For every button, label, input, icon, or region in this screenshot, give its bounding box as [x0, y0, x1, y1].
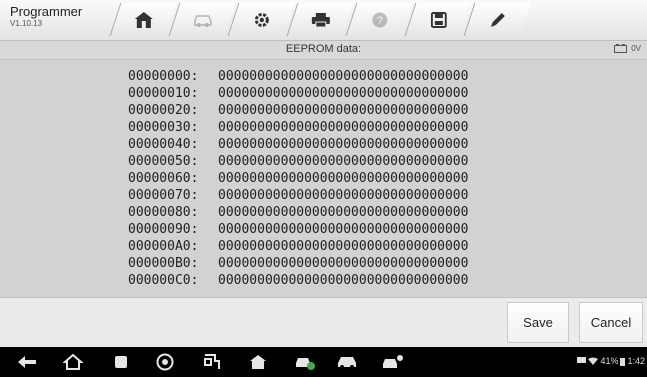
hex-address: 00000030: — [128, 120, 199, 135]
recent-apps-icon — [115, 356, 127, 368]
hex-row: 00000040: 0000000000000000000000000000000… — [128, 136, 468, 153]
vehicle-swap-button[interactable] — [168, 3, 236, 36]
hex-data: 00000000000000000000000000000000 — [218, 273, 469, 288]
hex-data: 00000000000000000000000000000000 — [218, 154, 469, 169]
app-version: V1.10.13 — [10, 19, 43, 28]
app-title: Programmer V1.10.13 — [10, 5, 82, 28]
top-toolbar: Programmer V1.10.13 ? — [0, 0, 647, 41]
hex-row: 00000090: 0000000000000000000000000000000… — [128, 221, 468, 238]
hex-address: 00000060: — [128, 171, 199, 186]
browser-button[interactable] — [150, 347, 180, 377]
hex-data: 00000000000000000000000000000000 — [218, 137, 469, 152]
save-icon — [430, 11, 447, 28]
hex-row: 000000C0: 0000000000000000000000000000000… — [128, 272, 468, 289]
vci-connector-icon — [204, 354, 220, 369]
svg-text:?: ? — [376, 15, 382, 27]
hex-address: 00000070: — [128, 188, 199, 203]
hex-data: 00000000000000000000000000000000 — [218, 239, 469, 254]
vehicle-menu-button[interactable] — [332, 347, 362, 377]
device-battery-icon — [620, 357, 626, 366]
battery-percent: 41% — [600, 356, 619, 366]
quick-link-button[interactable] — [290, 347, 320, 377]
hex-data: 00000000000000000000000000000000 — [218, 188, 469, 203]
edit-button[interactable] — [463, 3, 531, 36]
vehicle-battery: 0V — [614, 44, 641, 53]
android-nav-bar: 41% 1:42 — [0, 347, 647, 377]
hex-row: 000000A0: 0000000000000000000000000000000… — [128, 238, 468, 255]
gear-icon — [254, 12, 269, 27]
wifi-icon — [588, 357, 599, 365]
hex-data: 00000000000000000000000000000000 — [218, 86, 469, 101]
hex-row: 00000080: 0000000000000000000000000000000… — [128, 204, 468, 221]
message-icon — [577, 357, 587, 363]
printer-icon — [311, 12, 330, 27]
hex-address: 00000000: — [128, 69, 199, 84]
save-button[interactable]: Save — [507, 302, 569, 343]
hex-data: 00000000000000000000000000000000 — [218, 171, 469, 186]
print-button[interactable] — [286, 3, 354, 36]
hex-data: 00000000000000000000000000000000 — [218, 205, 469, 220]
back-icon — [18, 356, 36, 368]
browser-icon — [156, 353, 174, 371]
hex-row: 00000070: 0000000000000000000000000000000… — [128, 187, 468, 204]
car-icon — [338, 357, 356, 369]
recent-apps-button[interactable] — [106, 347, 136, 377]
home-icon — [250, 355, 266, 369]
hex-row: 00000020: 0000000000000000000000000000000… — [128, 102, 468, 119]
help-icon: ? — [372, 12, 387, 27]
hex-address: 00000080: — [128, 205, 199, 220]
save-toolbar-button[interactable] — [404, 3, 472, 36]
hex-row: 00000030: 0000000000000000000000000000000… — [128, 119, 468, 136]
battery-icon — [614, 44, 628, 53]
vci-button[interactable] — [197, 347, 227, 377]
hex-data: 00000000000000000000000000000000 — [218, 222, 469, 237]
home-nav-button[interactable] — [58, 347, 88, 377]
hex-data: 00000000000000000000000000000000 — [218, 103, 469, 118]
footer-bar: Save Cancel — [0, 297, 647, 347]
info-bar: EEPROM data: 0V — [0, 41, 647, 60]
hex-data: 00000000000000000000000000000000 — [218, 120, 469, 135]
hex-address: 00000050: — [128, 154, 199, 169]
home-icon — [134, 11, 153, 28]
hex-row: 000000B0: 0000000000000000000000000000000… — [128, 255, 468, 272]
app-name: Programmer — [10, 4, 83, 19]
hex-address: 000000B0: — [128, 256, 199, 271]
hex-row: 00000050: 0000000000000000000000000000000… — [128, 153, 468, 170]
vehicle-swap-icon — [193, 14, 212, 27]
toolbar-buttons: ? — [109, 3, 531, 36]
pen-icon — [490, 12, 505, 27]
hex-data: 00000000000000000000000000000000 — [218, 256, 469, 271]
hex-address: 000000C0: — [128, 273, 199, 288]
battery-voltage: 0V — [631, 44, 641, 53]
remote-desk-button[interactable] — [378, 347, 408, 377]
clock: 1:42 — [627, 356, 645, 366]
maxifix-home-button[interactable] — [243, 347, 273, 377]
eeprom-title: EEPROM data: — [285, 43, 362, 55]
home-outline-icon — [63, 353, 83, 370]
hex-address: 00000090: — [128, 222, 199, 237]
hex-row: 00000060: 0000000000000000000000000000000… — [128, 170, 468, 187]
status-indicators: 41% 1:42 — [577, 356, 645, 366]
back-button[interactable] — [12, 347, 42, 377]
home-button[interactable] — [109, 3, 177, 36]
settings-button[interactable] — [227, 3, 295, 36]
hex-row: 00000000: 0000000000000000000000000000000… — [128, 68, 468, 85]
hex-row: 00000010: 0000000000000000000000000000000… — [128, 85, 468, 102]
car-service-icon — [296, 358, 315, 370]
hex-data: 00000000000000000000000000000000 — [218, 69, 469, 84]
hex-address: 00000040: — [128, 137, 199, 152]
car-person-icon — [383, 355, 403, 368]
help-button[interactable]: ? — [345, 3, 413, 36]
hex-dump: 00000000: 0000000000000000000000000000000… — [128, 68, 468, 289]
eeprom-data-area[interactable]: 00000000: 0000000000000000000000000000000… — [0, 60, 647, 297]
hex-address: 000000A0: — [128, 239, 199, 254]
hex-address: 00000020: — [128, 103, 199, 118]
cancel-button[interactable]: Cancel — [579, 302, 643, 343]
hex-address: 00000010: — [128, 86, 199, 101]
